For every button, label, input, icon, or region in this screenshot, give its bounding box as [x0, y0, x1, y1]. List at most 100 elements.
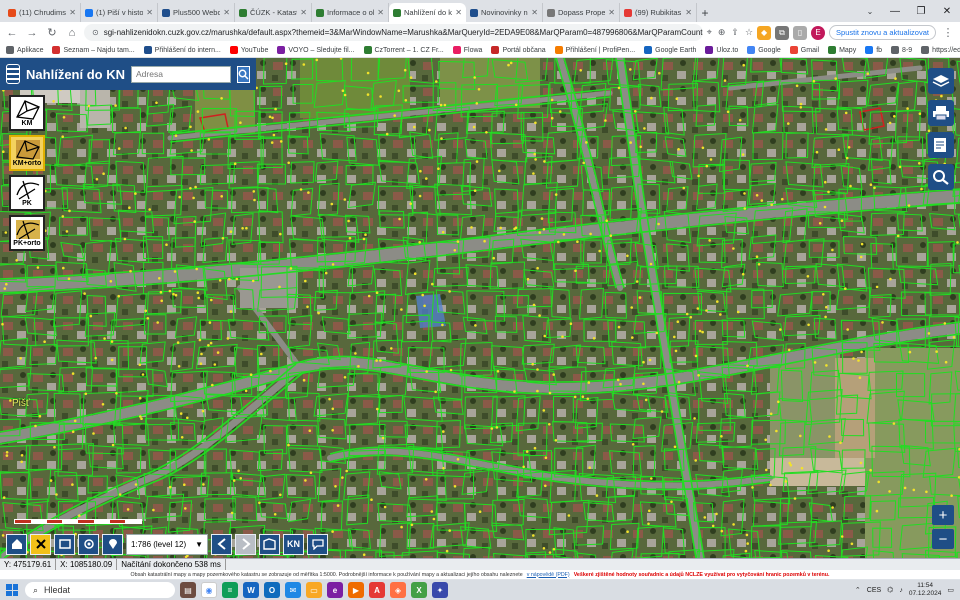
browser-tab[interactable]: Novinovinky na proc...✕ — [466, 3, 543, 22]
bookmark-item[interactable]: Přihlášení do intern... — [143, 46, 221, 54]
zoom-icon[interactable]: ⊕ — [718, 27, 726, 38]
taskbar-search[interactable]: ⌕ Hledat — [25, 582, 175, 598]
chrome-app-icon[interactable]: ◉ — [201, 582, 217, 598]
tab-close-icon[interactable]: ✕ — [377, 8, 384, 17]
layer-pk-orto[interactable]: PK+orto — [9, 215, 45, 251]
search-button[interactable] — [237, 65, 250, 83]
windows-start-icon[interactable] — [4, 582, 20, 598]
search-map-button[interactable] — [928, 164, 954, 190]
address-search-input[interactable] — [131, 65, 231, 83]
bookmark-item[interactable]: https://edu.cz/radi... — [921, 46, 960, 54]
side-panel-icon[interactable]: ▯ — [793, 25, 808, 40]
browser-tab[interactable]: Informace o objektu...✕ — [312, 3, 389, 22]
file-explorer-app-icon[interactable]: ▤ — [180, 582, 196, 598]
print-button[interactable] — [928, 100, 954, 126]
calculator-app-icon[interactable]: = — [222, 582, 238, 598]
reload-button[interactable]: ↻ — [44, 25, 60, 41]
cadastral-map[interactable] — [0, 58, 960, 558]
browser-tab[interactable]: Dopass Property - co...✕ — [543, 3, 620, 22]
tab-close-icon[interactable]: ✕ — [531, 8, 538, 17]
bookmark-item[interactable]: 8-9 — [891, 46, 912, 54]
layer-km-orto[interactable]: KM+orto — [9, 135, 45, 171]
bookmark-item[interactable]: fb — [865, 46, 882, 54]
layer-pk[interactable]: PK — [9, 175, 45, 211]
share-icon[interactable]: ⇪ — [731, 27, 739, 38]
menu-hamburger-icon[interactable] — [6, 64, 21, 84]
volume-icon[interactable]: ♪ — [899, 587, 903, 594]
bookmark-item[interactable]: Google — [747, 46, 781, 54]
tab-search-icon[interactable]: ⌄ — [862, 3, 878, 19]
outlook-app-icon[interactable]: O — [264, 582, 280, 598]
word-app-icon[interactable]: W — [243, 582, 259, 598]
bookmark-star-icon[interactable]: ☆ — [745, 27, 753, 38]
cancel-tool-button[interactable] — [30, 533, 51, 555]
bookmark-item[interactable]: VOYO – Sledujte fil... — [277, 46, 355, 54]
tab-close-icon[interactable]: ✕ — [685, 8, 692, 17]
next-view-button[interactable] — [235, 533, 256, 555]
new-tab-button[interactable]: + — [697, 3, 713, 22]
tab-close-icon[interactable]: ✕ — [69, 8, 76, 17]
address-bar[interactable]: ⊙ sgi-nahlizenidokn.cuzk.gov.cz/marushka… — [84, 24, 703, 41]
extension-icon[interactable]: ◆ — [757, 25, 772, 40]
share-link-button[interactable] — [307, 533, 328, 555]
home-view-button[interactable] — [6, 533, 27, 555]
mail-app-icon[interactable]: ✉ — [285, 582, 301, 598]
clock[interactable]: 11:54 07.12.2024 — [909, 582, 942, 598]
help-pdf-link[interactable]: v nápovědě (PDF) — [527, 572, 570, 578]
scale-select[interactable]: 1:786 (level 12) ▼ — [126, 533, 208, 555]
bookmark-item[interactable]: Seznam – Najdu tam... — [52, 46, 135, 54]
home-button[interactable]: ⌂ — [64, 25, 80, 41]
app-icon-blue[interactable]: ✦ — [432, 582, 448, 598]
bookmark-item[interactable]: Mapy — [828, 46, 856, 54]
kn-button[interactable]: KN — [283, 533, 304, 555]
bookmark-item[interactable]: CzTorrent – 1. CZ Fr... — [363, 46, 444, 54]
bookmark-item[interactable]: Portál občana — [491, 46, 546, 54]
site-info-icon[interactable]: ⊙ — [92, 28, 99, 37]
notes-button[interactable] — [928, 132, 954, 158]
bookmark-item[interactable]: Přihlášení | ProfiPen... — [554, 46, 635, 54]
zoom-in-button[interactable]: + — [932, 505, 954, 525]
browser-tab[interactable]: (99) Rubikitas - S...✕ — [620, 3, 697, 22]
map-pin-button[interactable] — [102, 533, 123, 555]
browser-tab[interactable]: Nahlížení do katast...✕ — [389, 3, 466, 22]
minimize-button[interactable]: — — [882, 0, 908, 22]
extensions-puzzle-icon[interactable]: ⧉ — [775, 25, 790, 40]
notifications-icon[interactable]: ▭ — [947, 586, 954, 594]
language-indicator[interactable]: CES — [867, 587, 881, 594]
tab-close-icon[interactable]: ✕ — [146, 8, 153, 17]
network-icon[interactable]: ⌬ — [887, 586, 893, 594]
close-window-button[interactable]: ✕ — [934, 0, 960, 22]
maximize-button[interactable]: ❐ — [908, 0, 934, 22]
layer-km[interactable]: KM — [9, 95, 45, 131]
browser-tab[interactable]: Plus500 Webová pla...✕ — [158, 3, 235, 22]
update-restart-button[interactable]: Spustit znovu a aktualizovat — [829, 25, 936, 40]
app-icon-orange[interactable]: ◈ — [390, 582, 406, 598]
orthophoto-map-canvas[interactable] — [0, 58, 960, 558]
tab-close-icon[interactable]: ✕ — [455, 8, 462, 17]
tab-close-icon[interactable]: ✕ — [223, 8, 230, 17]
profile-avatar[interactable]: E — [811, 25, 826, 40]
pdf-app-icon[interactable]: A — [369, 582, 385, 598]
previous-view-button[interactable] — [211, 533, 232, 555]
folder-app-icon[interactable]: ▭ — [306, 582, 322, 598]
excel-app-icon[interactable]: X — [411, 582, 427, 598]
browser-menu-icon[interactable]: ⋮ — [940, 25, 956, 41]
browser-tab[interactable]: (11) Chrudimsko - Sezn...✕ — [4, 3, 81, 22]
forward-button[interactable]: → — [24, 25, 40, 41]
lv-info-button[interactable] — [259, 533, 280, 555]
layers-button[interactable] — [928, 68, 954, 94]
bookmark-item[interactable]: Aplikace — [6, 46, 43, 54]
bookmark-item[interactable]: Uloz.to — [705, 46, 738, 54]
browser-tab[interactable]: (1) Piší v historickej st...✕ — [81, 3, 158, 22]
edge-app-icon[interactable]: e — [327, 582, 343, 598]
locate-button[interactable] — [78, 533, 99, 555]
bookmark-item[interactable]: Google Earth — [644, 46, 696, 54]
media-app-icon[interactable]: ▶ — [348, 582, 364, 598]
measure-area-button[interactable] — [54, 533, 75, 555]
tab-close-icon[interactable]: ✕ — [608, 8, 615, 17]
browser-tab[interactable]: ČÚZK - Katastrální m...✕ — [235, 3, 312, 22]
tab-close-icon[interactable]: ✕ — [300, 8, 307, 17]
bookmark-item[interactable]: Flowa — [452, 46, 482, 54]
back-button[interactable]: ← — [4, 25, 20, 41]
bookmark-item[interactable]: Gmail — [789, 46, 819, 54]
